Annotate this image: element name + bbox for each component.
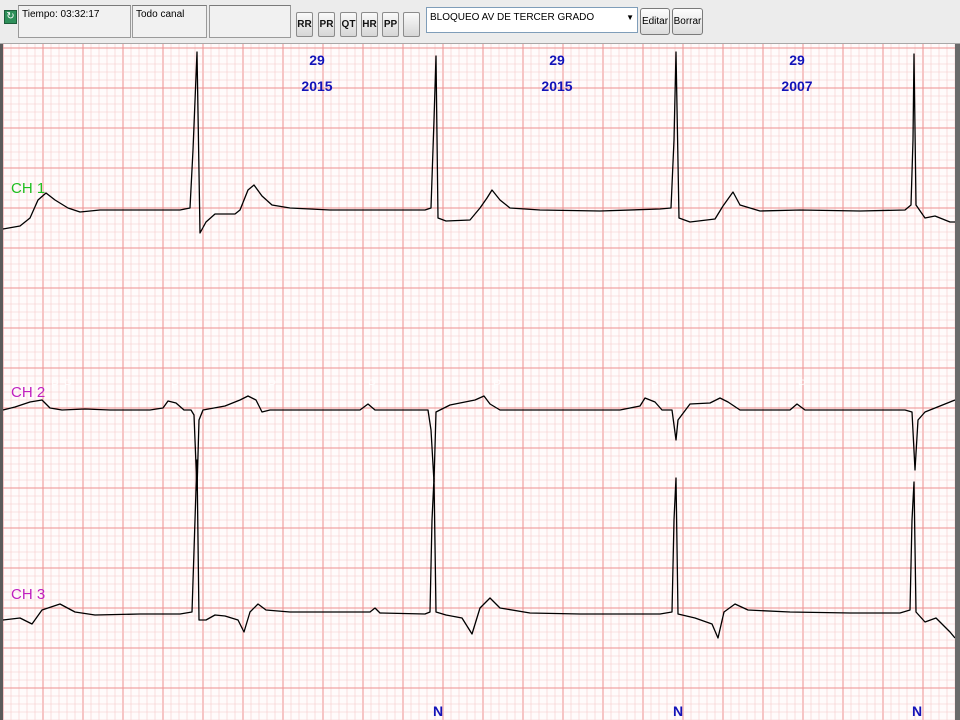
time-display: Tiempo: 03:32:17 [18,5,131,38]
diagnosis-select[interactable]: BLOQUEO AV DE TERCER GRADO ▼ [426,7,638,33]
refresh-icon[interactable]: ↻ [4,10,17,24]
beat-label: N [433,703,443,719]
hr-button[interactable]: HR [361,12,378,37]
ch3-trace [2,459,956,639]
toolbar: ↻ Tiempo: 03:32:17 Todo canal RR PR QT H… [0,0,960,44]
pp-button[interactable]: PP [382,12,399,37]
p-wave-marker: P [493,377,501,391]
diagnosis-selected-value: BLOQUEO AV DE TERCER GRADO [430,12,595,23]
p-wave-marker: P [651,377,659,391]
blank-button[interactable] [403,12,420,37]
channel-label: CH 1 [11,180,45,197]
interval-value-bottom: 2007 [781,78,812,94]
qt-button[interactable]: QT [340,12,357,37]
beat-label: N [912,703,922,719]
channel-label: CH 3 [11,586,45,603]
rr-button[interactable]: RR [296,12,313,37]
interval-value-bottom: 2015 [301,78,332,94]
p-wave-marker: P [51,377,59,391]
frame-left [0,44,3,720]
p-wave-marker: P [268,377,276,391]
interval-value-top: 29 [549,52,565,68]
channel-label: CH 2 [11,384,45,401]
channel-display: Todo canal [132,5,207,38]
ch2-trace [2,395,956,491]
pr-button[interactable]: PR [318,12,335,37]
interval-value-top: 29 [309,52,325,68]
interval-value-top: 29 [789,52,805,68]
p-wave-marker: P [798,377,806,391]
interval-value-bottom: 2015 [541,78,572,94]
chevron-down-icon[interactable]: ▼ [626,13,634,22]
p-wave-marker: P [368,377,376,391]
p-wave-marker: P [171,377,179,391]
delete-button[interactable]: Borrar [672,8,703,35]
p-wave-marker: P [64,377,72,391]
ecg-grid [2,44,956,720]
empty-field [209,5,291,38]
ecg-traces [2,51,956,639]
frame-right [955,44,960,720]
beat-label: N [673,703,683,719]
ecg-strip: CH 1 CH 2 CH 3 29 2015 29 2015 29 2007 N N N P P P P P P P… [0,44,960,720]
edit-button[interactable]: Editar [640,8,670,35]
